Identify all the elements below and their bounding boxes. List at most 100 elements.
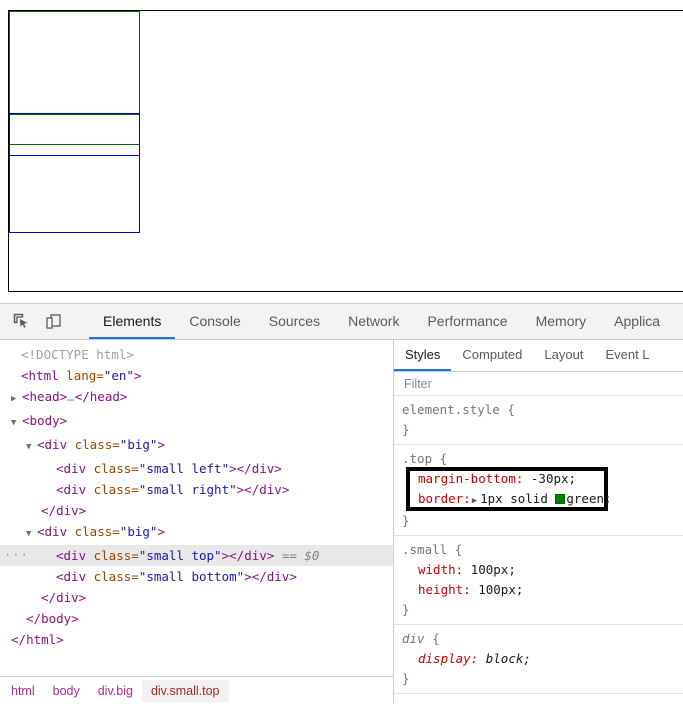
style-property-width[interactable]: width: 100px; bbox=[402, 560, 683, 580]
dom-row-div-close-1[interactable]: </div> bbox=[0, 500, 393, 521]
tab-styles[interactable]: Styles bbox=[394, 340, 452, 371]
punct: > bbox=[289, 569, 297, 584]
punct: < bbox=[56, 548, 64, 563]
property-name[interactable]: display: bbox=[418, 651, 478, 666]
attr-name: class= bbox=[67, 524, 120, 539]
dom-row-head[interactable]: ▶ <head>…</head> bbox=[0, 386, 393, 410]
property-value[interactable]: 1px solid bbox=[480, 491, 548, 506]
breadcrumb-item-div-big[interactable]: div.big bbox=[89, 680, 142, 702]
tab-event-listeners[interactable]: Event L bbox=[594, 340, 660, 371]
tab-performance[interactable]: Performance bbox=[413, 304, 521, 339]
tag-name: body bbox=[41, 611, 72, 626]
devtools-toolbar-icons bbox=[0, 304, 89, 339]
dom-row-div-close-2[interactable]: </div> bbox=[0, 587, 393, 608]
rule-selector[interactable]: .top bbox=[402, 451, 432, 466]
dom-row-div-big-2[interactable]: ▼ <div class="big"> bbox=[0, 521, 393, 545]
breadcrumb-item-body[interactable]: body bbox=[44, 680, 89, 702]
property-value[interactable]: 100px; bbox=[478, 582, 523, 597]
punct: < bbox=[22, 389, 30, 404]
rule-selector[interactable]: element.style bbox=[402, 402, 500, 417]
tab-sources[interactable]: Sources bbox=[255, 304, 334, 339]
property-value[interactable]: block; bbox=[486, 651, 531, 666]
style-property-height[interactable]: height: 100px; bbox=[402, 580, 683, 600]
style-rule-top[interactable]: .top { margin-bottom: -30px; border:▶ 1px… bbox=[394, 445, 683, 536]
property-name[interactable]: border: bbox=[418, 491, 471, 506]
punct: > bbox=[78, 590, 87, 605]
style-property-border[interactable]: border:▶ 1px solid green; bbox=[402, 489, 683, 511]
tag-name: html bbox=[26, 632, 57, 647]
attr-value: "en" bbox=[103, 368, 134, 383]
punct: </ bbox=[26, 611, 42, 626]
tab-memory[interactable]: Memory bbox=[522, 304, 601, 339]
tab-layout[interactable]: Layout bbox=[533, 340, 594, 371]
punct: </ bbox=[229, 548, 245, 563]
rule-close-brace: } bbox=[402, 602, 410, 617]
inspect-element-icon[interactable] bbox=[8, 309, 34, 335]
punct: < bbox=[37, 437, 45, 452]
style-property-margin-bottom[interactable]: margin-bottom: -30px; bbox=[402, 469, 683, 489]
attr-name: class= bbox=[86, 548, 139, 563]
twisty-open-icon[interactable]: ▼ bbox=[11, 413, 22, 434]
punct: > bbox=[229, 461, 237, 476]
rule-selector[interactable]: div bbox=[402, 631, 425, 646]
devtools-body: <!DOCTYPE html> <html lang="en"> ▶ <head>… bbox=[0, 340, 683, 704]
property-name[interactable]: width: bbox=[418, 562, 463, 577]
tab-computed-label: Computed bbox=[462, 347, 523, 362]
style-property-display[interactable]: display: block; bbox=[402, 649, 683, 669]
dom-row-body-open[interactable]: ▼ <body> bbox=[0, 410, 393, 434]
rule-open-brace: { bbox=[454, 542, 463, 557]
twisty-open-icon[interactable]: ▼ bbox=[26, 524, 37, 545]
attr-name: class= bbox=[67, 437, 120, 452]
attr-value: "small right" bbox=[138, 482, 237, 497]
rule-open-brace: { bbox=[439, 451, 448, 466]
dom-row-div-small-right[interactable]: <div class="small right"></div> bbox=[0, 479, 393, 500]
breadcrumb-item-html[interactable]: html bbox=[2, 680, 44, 702]
rule-selector-line: .small { bbox=[402, 540, 683, 560]
twisty-closed-icon[interactable]: ▶ bbox=[11, 389, 22, 410]
tab-network[interactable]: Network bbox=[334, 304, 413, 339]
rule-selector[interactable]: .small bbox=[402, 542, 447, 557]
dom-row-div-small-top-selected[interactable]: ··· <div class="small top"></div> == $0 bbox=[0, 545, 393, 566]
tab-elements[interactable]: Elements bbox=[89, 304, 176, 339]
dom-row-body-close[interactable]: </body> bbox=[0, 608, 393, 629]
breadcrumb-label: div.big bbox=[97, 683, 133, 698]
dom-row-div-small-bottom[interactable]: <div class="small bottom"></div> bbox=[0, 566, 393, 587]
chevron-right-icon[interactable]: ▶ bbox=[472, 491, 477, 511]
property-value-color[interactable]: green; bbox=[566, 491, 611, 506]
color-swatch-green[interactable] bbox=[555, 494, 566, 504]
property-name[interactable]: margin-bottom: bbox=[418, 471, 523, 486]
styles-filter-input[interactable] bbox=[402, 375, 669, 392]
property-name[interactable]: height: bbox=[418, 582, 471, 597]
tab-memory-label: Memory bbox=[535, 312, 587, 329]
doctype-text: <!DOCTYPE html> bbox=[21, 347, 134, 362]
tab-application[interactable]: Applica bbox=[600, 304, 674, 339]
punct: </ bbox=[41, 503, 57, 518]
dom-tree[interactable]: <!DOCTYPE html> <html lang="en"> ▶ <head>… bbox=[0, 340, 393, 676]
style-rule-small[interactable]: .small { width: 100px; height: 100px; } bbox=[394, 536, 683, 625]
tag-name: head bbox=[29, 389, 60, 404]
property-value[interactable]: -30px; bbox=[531, 471, 576, 486]
dom-row-html-open[interactable]: <html lang="en"> bbox=[0, 365, 393, 386]
page-viewport bbox=[0, 0, 683, 303]
attr-name: class= bbox=[86, 569, 139, 584]
tag-name: div bbox=[244, 548, 267, 563]
breadcrumb-item-div-small-top[interactable]: div.small.top bbox=[141, 679, 229, 702]
dom-row-doctype[interactable]: <!DOCTYPE html> bbox=[0, 344, 393, 365]
tab-computed[interactable]: Computed bbox=[451, 340, 533, 371]
property-value[interactable]: 100px; bbox=[471, 562, 516, 577]
dom-row-div-small-left[interactable]: <div class="small left"></div> bbox=[0, 458, 393, 479]
style-rule-div-ua[interactable]: div { display: block; } bbox=[394, 625, 683, 694]
tag-name: body bbox=[29, 413, 60, 428]
tab-console[interactable]: Console bbox=[175, 304, 254, 339]
style-rule-element-style[interactable]: element.style { } bbox=[394, 396, 683, 445]
row-more-options-icon[interactable]: ··· bbox=[4, 545, 29, 566]
twisty-open-icon[interactable]: ▼ bbox=[26, 437, 37, 458]
punct: > bbox=[274, 461, 282, 476]
device-toolbar-icon[interactable] bbox=[40, 309, 66, 335]
dom-row-div-big-1[interactable]: ▼ <div class="big"> bbox=[0, 434, 393, 458]
dom-row-html-close[interactable]: </html> bbox=[0, 629, 393, 650]
styles-rules-list[interactable]: element.style { } .top { margin-bottom: … bbox=[394, 396, 683, 704]
tag-name: head bbox=[89, 389, 120, 404]
breadcrumb-label: html bbox=[11, 683, 35, 698]
rendered-body-outline bbox=[8, 10, 683, 292]
